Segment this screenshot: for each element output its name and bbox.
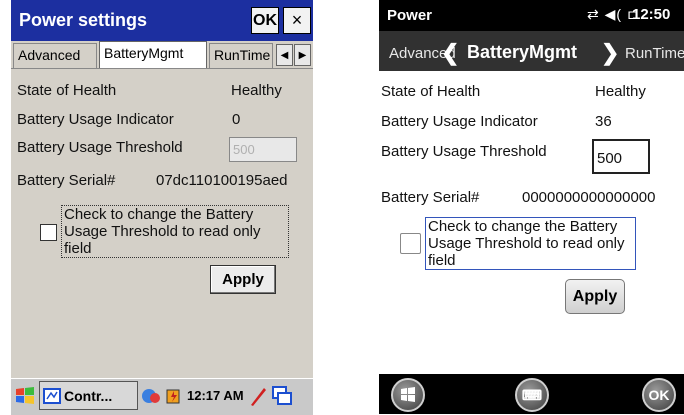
close-button[interactable]: × [283, 7, 311, 34]
system-tray: 12:17 AM [141, 381, 313, 410]
status-title: Power [387, 7, 433, 24]
threshold-input[interactable]: 500 [592, 139, 650, 174]
battery-usage-threshold-label: Battery Usage Threshold [17, 139, 183, 156]
battery-icon[interactable] [165, 387, 183, 405]
apply-button[interactable]: Apply [565, 279, 625, 314]
start-flag-icon[interactable] [13, 381, 37, 410]
tab-battery-mgmt[interactable]: BatteryMgmt [99, 41, 207, 69]
tab-battery-mgmt[interactable]: BatteryMgmt [467, 42, 577, 63]
read-only-checkbox-label[interactable]: Check to change the Battery Usage Thresh… [61, 205, 289, 258]
tab-scroll-right-button[interactable]: ▶ [294, 44, 311, 66]
tab-runtime[interactable]: RunTime [625, 45, 684, 62]
ok-button[interactable]: OK [251, 7, 279, 34]
keyboard-icon[interactable]: ⌨ [515, 378, 549, 412]
apply-button[interactable]: Apply [210, 265, 276, 294]
threshold-input[interactable]: 500 [229, 137, 297, 162]
battery-serial-value: 07dc110100195aed [156, 172, 288, 189]
network-icon[interactable] [141, 386, 161, 406]
title-bar: Power settings OK × [11, 0, 313, 41]
ok-button[interactable]: OK [642, 378, 676, 412]
pen-icon[interactable] [248, 385, 268, 407]
battery-usage-threshold-label: Battery Usage Threshold [381, 143, 547, 160]
task-label: Contr... [64, 387, 113, 404]
tab-scroll-left-button[interactable]: ◀ [276, 44, 293, 66]
read-only-checkbox[interactable] [40, 224, 57, 241]
right-device-screen: Power ⇄ ◀( ⊏ 12:50 Advanced ❮ BatteryMgm… [379, 0, 684, 414]
chevron-left-icon[interactable]: ❮ [441, 40, 459, 66]
battery-usage-indicator-label: Battery Usage Indicator [381, 113, 538, 130]
window-title: Power settings [19, 10, 148, 30]
tab-advanced[interactable]: Advanced [13, 43, 97, 68]
clock[interactable]: 12:17 AM [187, 388, 244, 403]
window-switch-icon[interactable] [271, 385, 292, 407]
battery-serial-label: Battery Serial# [381, 189, 480, 206]
state-of-health-label: State of Health [17, 82, 117, 99]
battery-usage-indicator-label: Battery Usage Indicator [17, 111, 174, 128]
tab-runtime[interactable]: RunTime [209, 43, 273, 68]
windows-start-icon[interactable] [391, 378, 425, 412]
read-only-checkbox-label[interactable]: Check to change the Battery Usage Thresh… [425, 217, 636, 270]
status-time: 12:50 [632, 6, 671, 23]
control-panel-icon [43, 387, 61, 404]
read-only-checkbox[interactable] [400, 233, 421, 254]
battery-usage-indicator-value: 36 [595, 113, 612, 130]
chevron-right-icon[interactable]: ❯ [601, 40, 619, 66]
battery-usage-indicator-value: 0 [232, 111, 241, 128]
state-of-health-label: State of Health [381, 83, 481, 100]
battery-serial-label: Battery Serial# [17, 172, 116, 189]
left-device-screen: Power settings OK × Advanced BatteryMgmt… [11, 0, 313, 415]
taskbar-task-button[interactable]: Contr... [39, 381, 138, 410]
status-bar: Power ⇄ ◀( ⊏ 12:50 [379, 0, 684, 31]
battery-serial-value: 0000000000000000 [522, 189, 656, 206]
state-of-health-value: Healthy [595, 83, 646, 100]
state-of-health-value: Healthy [231, 82, 282, 99]
